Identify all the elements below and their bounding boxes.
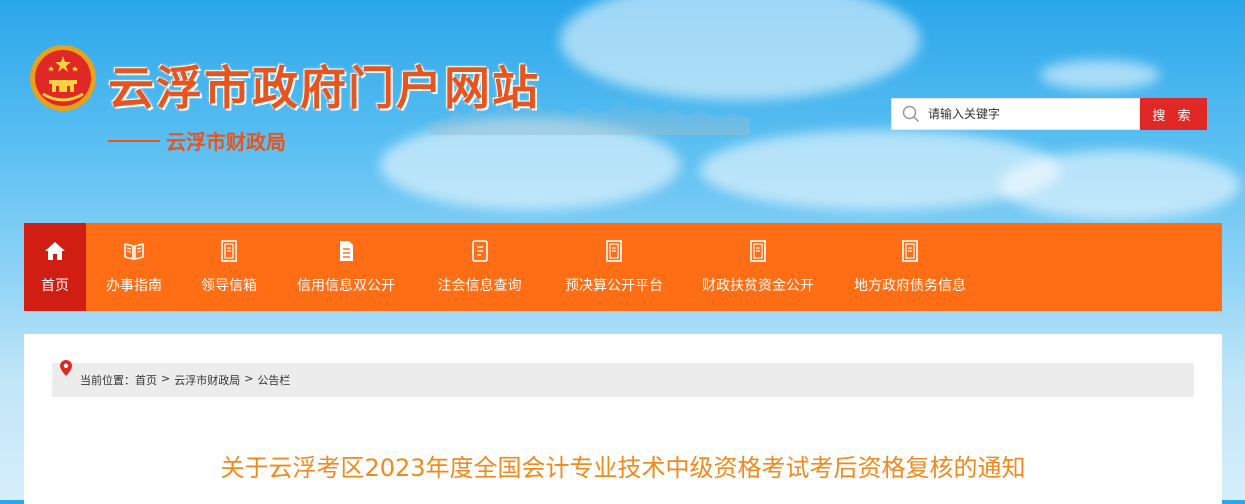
breadcrumb-prefix: 当前位置： bbox=[80, 374, 135, 387]
nav-item-guide[interactable]: 办事指南 bbox=[86, 223, 182, 311]
main-nav: 首页 办事指南 领导信箱 信用信息双公开 注会信息查询 预决算公开平台 财政扶贫… bbox=[24, 223, 1222, 311]
cloud-decoration bbox=[1000, 150, 1240, 220]
nav-item-home[interactable]: 首页 bbox=[24, 223, 86, 311]
search-box bbox=[891, 98, 1140, 130]
file-icon bbox=[340, 241, 353, 261]
cloud-decoration bbox=[560, 0, 920, 100]
nav-item-budget-platform[interactable]: 预决算公开平台 bbox=[543, 223, 685, 311]
nav-item-label: 预决算公开平台 bbox=[565, 278, 663, 294]
search-bar: 搜 索 bbox=[891, 98, 1207, 130]
cloud-decoration bbox=[700, 130, 1060, 210]
home-icon bbox=[45, 242, 65, 260]
nav-item-debt-info[interactable]: 地方政府债务信息 bbox=[831, 223, 989, 311]
nav-item-label: 注会信息查询 bbox=[437, 278, 522, 294]
breadcrumb-separator: > bbox=[161, 372, 171, 385]
department-name: 云浮市财政局 bbox=[166, 130, 286, 154]
document-icon bbox=[750, 240, 766, 262]
nav-item-label: 领导信箱 bbox=[201, 278, 257, 294]
open-book-icon bbox=[124, 242, 144, 261]
breadcrumb-link-bureau[interactable]: 云浮市财政局 bbox=[174, 372, 240, 388]
breadcrumb-link-home[interactable]: 首页 bbox=[135, 372, 157, 388]
breadcrumb: 当前位置： 首页 > 云浮市财政局 > 公告栏 bbox=[52, 360, 1194, 397]
subtitle-dash bbox=[108, 139, 160, 142]
national-emblem-icon bbox=[30, 45, 96, 111]
nav-item-label: 财政扶贫资金公开 bbox=[702, 278, 814, 294]
nav-item-mailbox[interactable]: 领导信箱 bbox=[182, 223, 276, 311]
document-icon bbox=[221, 240, 237, 262]
document-icon bbox=[902, 240, 918, 262]
breadcrumb-link-bulletin[interactable]: 公告栏 bbox=[257, 372, 290, 388]
nav-item-label: 信用信息双公开 bbox=[297, 278, 395, 294]
search-icon bbox=[902, 105, 920, 123]
location-pin-icon bbox=[60, 360, 72, 376]
nav-item-poverty-funds[interactable]: 财政扶贫资金公开 bbox=[685, 223, 831, 311]
nav-item-label: 办事指南 bbox=[106, 278, 162, 294]
nav-item-cpa-query[interactable]: 注会信息查询 bbox=[416, 223, 543, 311]
notepad-icon bbox=[471, 240, 488, 262]
site-title: 云浮市政府门户网站 bbox=[108, 61, 540, 115]
document-icon bbox=[606, 240, 622, 262]
cloud-decoration bbox=[1040, 60, 1160, 90]
search-input[interactable] bbox=[926, 106, 1130, 122]
breadcrumb-separator: > bbox=[244, 372, 254, 385]
content-panel: 当前位置： 首页 > 云浮市财政局 > 公告栏 关于云浮考区2023年度全国会计… bbox=[24, 334, 1222, 504]
search-button[interactable]: 搜 索 bbox=[1140, 98, 1207, 130]
nav-item-credit-info[interactable]: 信用信息双公开 bbox=[276, 223, 416, 311]
nav-item-label: 地方政府债务信息 bbox=[854, 278, 966, 294]
article-title: 关于云浮考区2023年度全国会计专业技术中级资格考试考后资格复核的通知 bbox=[220, 454, 1026, 482]
department-subtitle: 云浮市财政局 bbox=[108, 126, 286, 155]
nav-item-label: 首页 bbox=[41, 278, 69, 294]
breadcrumb-trail: 当前位置： 首页 > 云浮市财政局 > 公告栏 bbox=[80, 372, 290, 388]
